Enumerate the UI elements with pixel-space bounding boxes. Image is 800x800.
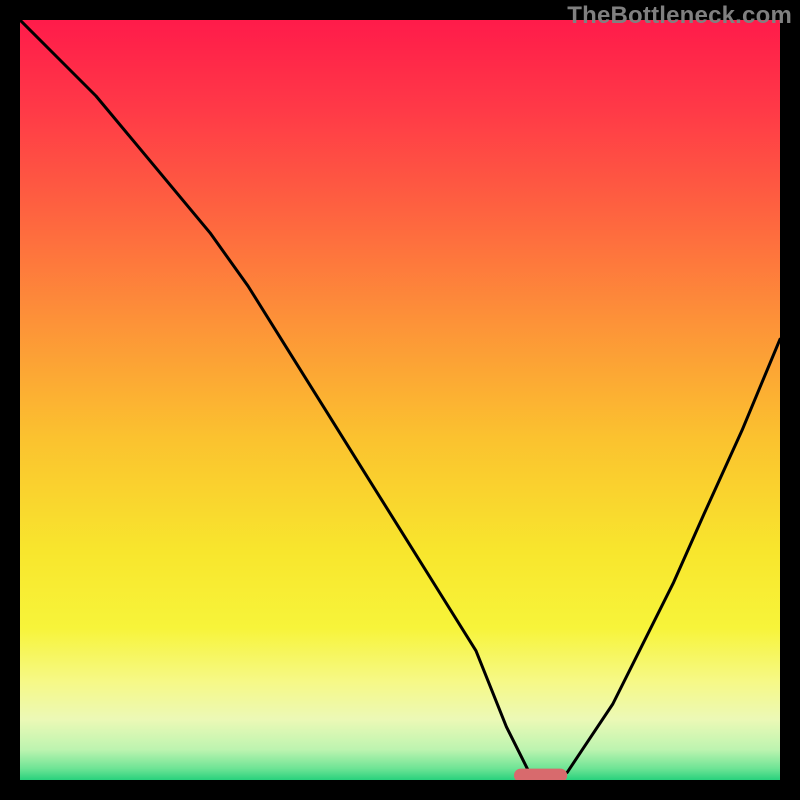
plot-background	[20, 20, 780, 780]
watermark-text: TheBottleneck.com	[567, 2, 792, 30]
bottleneck-chart	[0, 0, 800, 800]
chart-stage: TheBottleneck.com	[0, 0, 800, 800]
